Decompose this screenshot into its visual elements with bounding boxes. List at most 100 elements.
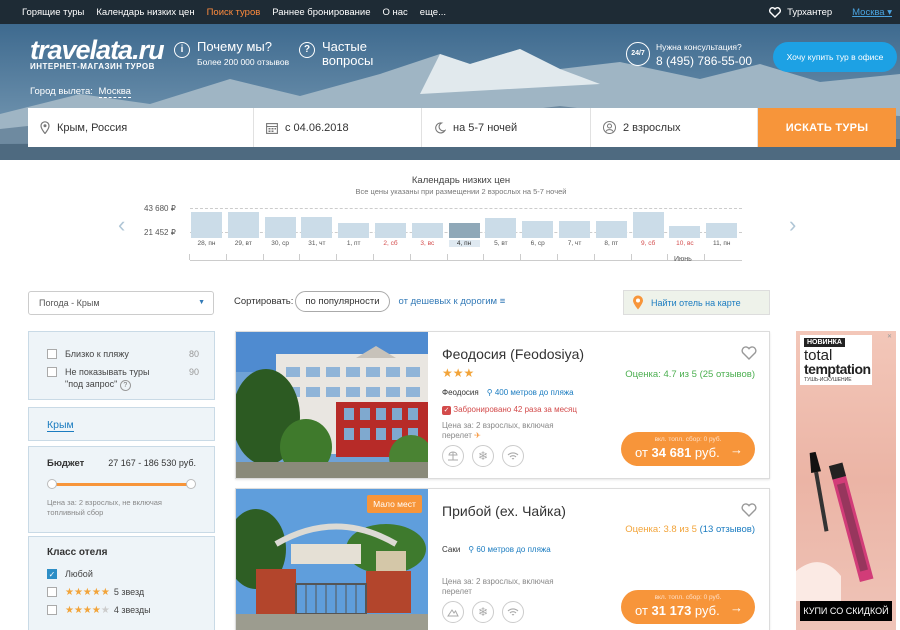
calendar-day-label[interactable]: 11, пн: [706, 240, 737, 247]
calendar-day-label[interactable]: 29, вт: [228, 240, 259, 247]
calendar-day-bar[interactable]: [191, 212, 222, 238]
hotel-name[interactable]: Прибой (ех. Чайка): [442, 503, 566, 519]
on-request-filter[interactable]: Не показывать туры "под запрос" ? 90: [47, 367, 199, 391]
calendar-day-bar[interactable]: [301, 217, 333, 238]
guests-field[interactable]: 2 взрослых: [591, 108, 758, 147]
calendar-day-label[interactable]: 31, чт: [301, 240, 332, 247]
faq-title: Частые вопросы: [322, 39, 374, 68]
nav-low-price-calendar[interactable]: Календарь низких цен: [96, 7, 194, 18]
calendar-day-bar[interactable]: [559, 221, 590, 238]
class-any-checkbox[interactable]: ✓: [47, 569, 57, 579]
calendar-day-bar[interactable]: [411, 223, 443, 238]
calendar-day-bar[interactable]: [522, 221, 554, 238]
nights-field[interactable]: на 5-7 ночей: [422, 108, 591, 147]
price-value: 34 681: [651, 445, 692, 460]
calendar-day-bar[interactable]: [595, 221, 627, 238]
hotel-photo[interactable]: [236, 332, 428, 478]
budget-slider-min-handle[interactable]: [47, 479, 57, 489]
hotel-name[interactable]: Феодосия (Feodosiya): [442, 346, 584, 362]
class-4-stars[interactable]: ★★★★★ 4 звезды: [47, 605, 196, 616]
beach-icon: [442, 445, 464, 467]
calendar-day-label[interactable]: 3, вс: [412, 240, 443, 247]
nav-about[interactable]: О нас: [382, 7, 407, 18]
heart-icon[interactable]: [769, 6, 782, 18]
hotel-photo[interactable]: Мало мест: [236, 489, 428, 630]
class-5-stars[interactable]: ★★★★★ 5 звезд: [47, 587, 196, 598]
favorite-heart-icon[interactable]: [741, 346, 757, 360]
favorite-heart-icon[interactable]: [741, 503, 757, 517]
calendar-day-label[interactable]: 7, чт: [559, 240, 590, 247]
price-button[interactable]: вкл. топл. сбор: 0 руб. от 34 681 руб. →: [621, 432, 755, 466]
hotel-card[interactable]: Феодосия (Feodosiya) ★★★ Оценка: 4.7 из …: [235, 331, 770, 479]
question-icon: ?: [299, 42, 315, 58]
account-link[interactable]: Турхантер: [787, 7, 832, 18]
calendar-day-bar[interactable]: [485, 218, 517, 238]
why-us[interactable]: i Почему мы? Более 200 000 отзывов: [174, 40, 289, 67]
departure-city-select[interactable]: Москва: [98, 86, 131, 98]
consultation-phone[interactable]: 8 (495) 786-55-00: [656, 54, 752, 68]
logo[interactable]: travelata.ru ИНТЕРНЕТ-МАГАЗИН ТУРОВ: [30, 36, 165, 71]
reviews-link[interactable]: (25 отзывов): [700, 369, 755, 380]
calendar-day-bar[interactable]: [632, 212, 664, 238]
calendar-day-label[interactable]: 2, сб: [375, 240, 406, 247]
class-any[interactable]: ✓ Любой: [47, 569, 196, 579]
calendar-day-label[interactable]: 10, вс: [669, 240, 700, 247]
sort-popular-button[interactable]: по популярности: [295, 291, 390, 312]
calendar-day-label[interactable]: 9, сб: [633, 240, 664, 247]
price-note-text: Цена за: 2 взрослых, включая перелет: [442, 421, 554, 440]
calendar-day-bar[interactable]: [448, 223, 480, 238]
calendar-day-label[interactable]: 28, пн: [191, 240, 222, 247]
find-on-map-button[interactable]: Найти отель на карте: [623, 290, 770, 315]
calendar-day-bar[interactable]: [706, 223, 738, 238]
help-icon[interactable]: ?: [119, 380, 131, 391]
price-button[interactable]: вкл. топл. сбор: 0 руб. от 31 173 руб. →: [621, 590, 755, 624]
hotel-rating[interactable]: Оценка: 3.8 из 5 (13 отзывов): [625, 524, 755, 535]
calendar-subtitle: Все цены указаны при размещении 2 взросл…: [355, 187, 567, 196]
calendar-day-label[interactable]: 6, ср: [522, 240, 553, 247]
calendar-day-label[interactable]: 30, ср: [265, 240, 296, 247]
hotel-rating[interactable]: Оценка: 4.7 из 5 (25 отзывов): [625, 369, 755, 380]
calendar-prev-arrow[interactable]: ‹: [118, 212, 125, 238]
nav-tour-search[interactable]: Поиск туров: [207, 7, 261, 18]
calendar-day-bar[interactable]: [338, 223, 370, 238]
budget-header: Бюджет 27 167 - 186 530 руб.: [47, 458, 196, 469]
calendar-day-label[interactable]: 4, пн: [448, 240, 480, 247]
beach-checkbox[interactable]: [47, 349, 57, 359]
calendar-day-label[interactable]: 1, пт: [338, 240, 369, 247]
ad-close-icon[interactable]: ✕: [887, 333, 892, 340]
beach-filter[interactable]: Близко к пляжу 80: [47, 349, 199, 359]
calendar-day-bar[interactable]: [669, 226, 701, 238]
calendar-day-label[interactable]: 8, пт: [596, 240, 627, 247]
reviews-link[interactable]: (13 отзывов): [700, 524, 755, 535]
faq-link[interactable]: ? Частые вопросы: [299, 40, 402, 68]
calendar-next-arrow[interactable]: ›: [789, 212, 796, 238]
region-link[interactable]: Крым: [47, 419, 74, 432]
search-tours-button[interactable]: ИСКАТЬ ТУРЫ: [758, 108, 896, 147]
budget-slider[interactable]: [47, 475, 196, 495]
nav-hot-tours[interactable]: Горящие туры: [22, 7, 84, 18]
city-select[interactable]: Москва ▾: [852, 7, 892, 18]
calendar-day-bar[interactable]: [375, 223, 406, 238]
calendar-day-label[interactable]: 5, вт: [485, 240, 516, 247]
ad-banner[interactable]: НОВИНКА total temptation ТУШЬ-ИСКУШЕНИЕ …: [796, 331, 896, 630]
hero-banner: travelata.ru ИНТЕРНЕТ-МАГАЗИН ТУРОВ i По…: [0, 24, 900, 160]
budget-slider-max-handle[interactable]: [186, 479, 196, 489]
price-currency: руб.: [694, 603, 720, 618]
sort-price-link[interactable]: от дешевых к дорогим ≡: [399, 296, 506, 307]
ad-cta-button[interactable]: КУПИ СО СКИДКОЙ: [800, 601, 892, 621]
destination-field[interactable]: Крым, Россия: [28, 108, 254, 147]
flight-icon: ✈: [474, 431, 481, 440]
mascara-product-image: [796, 451, 874, 601]
class-5-checkbox[interactable]: [47, 587, 57, 597]
weather-select[interactable]: Погода - Крым ▼: [28, 291, 214, 315]
nav-early-booking[interactable]: Раннее бронирование: [272, 7, 370, 18]
buy-in-office-button[interactable]: Хочу купить тур в офисе: [773, 42, 897, 72]
calendar-day-bar[interactable]: [264, 217, 296, 238]
class-4-checkbox[interactable]: [47, 605, 57, 615]
hotel-card[interactable]: Мало мест Прибой (ех. Чайка) Оценка: 3.8…: [235, 488, 770, 630]
price-prefix: от: [635, 603, 648, 618]
on-request-checkbox[interactable]: [47, 367, 57, 377]
calendar-day-bar[interactable]: [227, 212, 259, 238]
nav-more[interactable]: еще...: [420, 7, 446, 18]
date-field[interactable]: с 04.06.2018: [254, 108, 422, 147]
